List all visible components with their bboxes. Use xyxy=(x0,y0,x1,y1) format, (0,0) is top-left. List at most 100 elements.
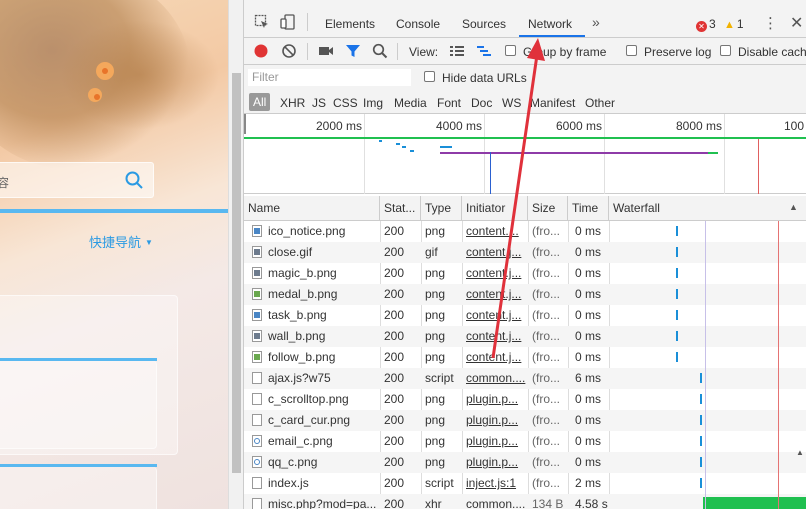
timeline-tick: 8000 ms xyxy=(675,119,722,133)
error-count[interactable]: ✕ 3 xyxy=(696,17,716,32)
column-waterfall[interactable]: Waterfall xyxy=(609,196,806,221)
timeline-tick: 2000 ms xyxy=(315,119,362,133)
column-initiator[interactable]: Initiator xyxy=(462,196,528,221)
request-time: 0 ms xyxy=(575,455,602,469)
request-initiator[interactable]: content.... xyxy=(462,221,528,242)
request-size: (fro... xyxy=(532,266,561,280)
waterfall-cell xyxy=(609,221,806,242)
column-time[interactable]: Time xyxy=(568,196,609,221)
quick-nav-label: 快捷导航 xyxy=(89,235,142,250)
quick-nav-link[interactable]: 快捷导航 ▼ xyxy=(89,232,153,251)
tab-sources[interactable]: Sources xyxy=(462,17,506,31)
table-row[interactable]: medal_b.png 200 png content.j... (fro... 0 ms xyxy=(244,284,806,305)
table-row[interactable]: email_c.png 200 png plugin.p... (fro... 0 ms xyxy=(244,431,806,452)
request-name: medal_b.png xyxy=(268,287,338,301)
waterfall-bar xyxy=(676,310,678,320)
request-type: script xyxy=(425,371,454,385)
table-row[interactable]: wall_b.png 200 png content.j... (fro... 0 ms xyxy=(244,326,806,347)
tab-console[interactable]: Console xyxy=(396,17,440,31)
page-scrollbar-thumb[interactable] xyxy=(232,73,241,473)
timeline-tick: 100 xyxy=(784,119,805,133)
search-icon[interactable] xyxy=(125,171,143,189)
request-initiator[interactable]: content.j... xyxy=(462,242,528,263)
page-scrollbar[interactable] xyxy=(228,0,243,509)
clear-icon[interactable] xyxy=(281,43,297,59)
type-filter-other[interactable]: Other xyxy=(585,96,615,110)
table-row[interactable]: index.js 200 script inject.js:1 (fro... 2 ms xyxy=(244,473,806,494)
request-initiator[interactable]: common.... xyxy=(462,368,528,389)
network-overview-timeline[interactable]: 2000 ms 4000 ms 6000 ms 8000 ms 100 xyxy=(244,114,806,194)
inspect-element-icon[interactable] xyxy=(254,14,270,30)
large-rows-icon[interactable] xyxy=(449,43,465,59)
tab-network[interactable]: Network xyxy=(528,17,572,31)
preserve-log-checkbox[interactable] xyxy=(626,45,637,56)
type-filter-xhr[interactable]: XHR xyxy=(280,96,305,110)
search-icon[interactable] xyxy=(372,43,388,59)
column-size[interactable]: Size xyxy=(528,196,568,221)
table-row[interactable]: ajax.js?w75 200 script common.... (fro... 6 m… xyxy=(244,368,806,389)
request-name: follow_b.png xyxy=(268,350,336,364)
waterfall-overview-icon[interactable] xyxy=(476,43,492,59)
request-initiator[interactable]: content.j... xyxy=(462,263,528,284)
waterfall-cell xyxy=(609,431,806,452)
type-filter-js[interactable]: JS xyxy=(312,96,326,110)
resource-type-filters: All XHR JS CSS Img Media Font Doc WS Man… xyxy=(244,90,806,114)
table-row[interactable]: c_card_cur.png 200 png plugin.p... (fro... 0 … xyxy=(244,410,806,431)
request-initiator[interactable]: content.j... xyxy=(462,347,528,368)
request-time: 0 ms xyxy=(575,329,602,343)
request-initiator[interactable]: plugin.p... xyxy=(462,452,528,473)
record-icon[interactable] xyxy=(253,43,269,59)
table-row[interactable]: misc.php?mod=pa... 200 xhr common.... 134 B 4… xyxy=(244,494,806,509)
filter-input[interactable]: Filter xyxy=(248,69,411,86)
site-search-input[interactable]: 容 xyxy=(0,162,154,198)
request-initiator[interactable]: content.j... xyxy=(462,305,528,326)
disable-cache-label: Disable cache xyxy=(738,45,806,59)
overview-dot xyxy=(402,146,406,148)
timeline-gridline xyxy=(364,114,365,194)
type-filter-manifest[interactable]: Manifest xyxy=(530,96,575,110)
request-initiator[interactable]: common.... xyxy=(462,494,528,509)
disable-cache-checkbox[interactable] xyxy=(720,45,731,56)
more-options-icon[interactable]: ⋮ xyxy=(763,14,778,32)
table-row[interactable]: magic_b.png 200 png content.j... (fro... 0 ms xyxy=(244,263,806,284)
sort-ascending-icon[interactable]: ▲ xyxy=(789,202,798,212)
screenshot-capture-icon[interactable] xyxy=(318,43,334,59)
group-by-frame-checkbox[interactable] xyxy=(505,45,516,56)
device-toolbar-icon[interactable] xyxy=(280,14,296,30)
type-filter-font[interactable]: Font xyxy=(437,96,461,110)
column-name[interactable]: Name xyxy=(244,196,380,221)
column-type[interactable]: Type xyxy=(421,196,462,221)
table-row[interactable]: task_b.png 200 png content.j... (fro... 0 ms xyxy=(244,305,806,326)
request-initiator[interactable]: inject.js:1 xyxy=(462,473,528,494)
hide-data-urls-checkbox[interactable] xyxy=(424,71,435,82)
request-initiator[interactable]: content.j... xyxy=(462,284,528,305)
more-tabs-icon[interactable]: » xyxy=(592,14,600,30)
request-size: (fro... xyxy=(532,224,561,238)
waterfall-bar xyxy=(700,373,702,383)
request-initiator[interactable]: plugin.p... xyxy=(462,410,528,431)
request-initiator[interactable]: plugin.p... xyxy=(462,431,528,452)
devtools-tab-bar: Elements Console Sources Network » ✕ 3 ▲ 1… xyxy=(244,0,806,38)
type-filter-css[interactable]: CSS xyxy=(333,96,358,110)
type-filter-ws[interactable]: WS xyxy=(502,96,521,110)
request-status: 200 xyxy=(384,497,405,509)
tab-elements[interactable]: Elements xyxy=(325,17,375,31)
table-row[interactable]: close.gif 200 gif content.j... (fro... 0 ms xyxy=(244,242,806,263)
table-row[interactable]: ico_notice.png 200 png content.... (fro... 0 … xyxy=(244,221,806,242)
filter-icon[interactable] xyxy=(345,43,361,59)
column-status[interactable]: Stat... xyxy=(380,196,421,221)
warning-count[interactable]: ▲ 1 xyxy=(724,17,744,31)
type-filter-img[interactable]: Img xyxy=(363,96,383,110)
scroll-up-icon[interactable]: ▲ xyxy=(796,448,804,457)
request-initiator[interactable]: content.j... xyxy=(462,326,528,347)
waterfall-bar xyxy=(676,331,678,341)
overview-handle-left[interactable] xyxy=(244,114,246,134)
type-filter-all[interactable]: All xyxy=(249,93,271,111)
type-filter-media[interactable]: Media xyxy=(394,96,427,110)
table-row[interactable]: follow_b.png 200 png content.j... (fro... 0 m… xyxy=(244,347,806,368)
close-icon[interactable]: ✕ xyxy=(790,13,803,33)
request-initiator[interactable]: plugin.p... xyxy=(462,389,528,410)
type-filter-doc[interactable]: Doc xyxy=(471,96,492,110)
table-row[interactable]: qq_c.png 200 png plugin.p... (fro... 0 ms xyxy=(244,452,806,473)
table-row[interactable]: c_scrolltop.png 200 png plugin.p... (fro... 0… xyxy=(244,389,806,410)
